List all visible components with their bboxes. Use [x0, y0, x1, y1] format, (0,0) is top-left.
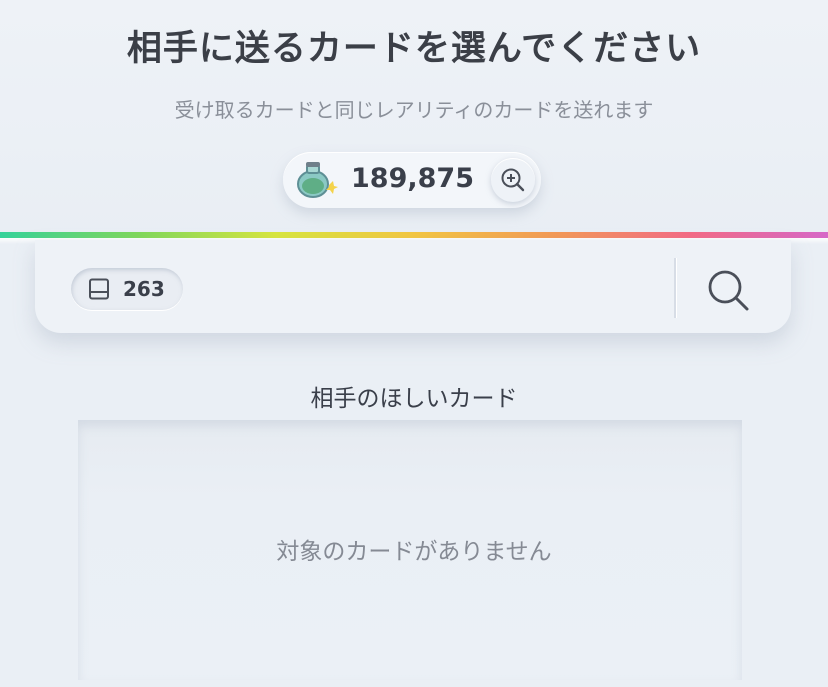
page-title: 相手に送るカードを選んでください — [126, 29, 702, 69]
page-subtitle: 受け取るカードと同じレアリティのカードを送れます — [174, 98, 654, 122]
currency-amount: 189,875 — [351, 163, 474, 194]
filter-bar: 263 — [35, 240, 791, 333]
search-button[interactable] — [701, 263, 755, 317]
vertical-divider — [674, 258, 676, 318]
card-count-badge: 263 — [71, 268, 183, 310]
currency-display: 189,875 — [283, 152, 541, 208]
card-count: 263 — [123, 277, 165, 301]
search-icon — [708, 270, 749, 311]
currency-detail-button[interactable] — [491, 158, 535, 202]
zoom-in-icon — [501, 168, 525, 192]
header-area: 相手に送るカードを選んでください 受け取るカードと同じレアリティのカードを送れま… — [0, 0, 828, 236]
empty-state-message: 対象のカードがありません — [276, 539, 552, 565]
card-icon — [89, 278, 109, 300]
section-heading: 相手のほしいカード — [310, 386, 518, 412]
potion-icon — [293, 159, 339, 201]
